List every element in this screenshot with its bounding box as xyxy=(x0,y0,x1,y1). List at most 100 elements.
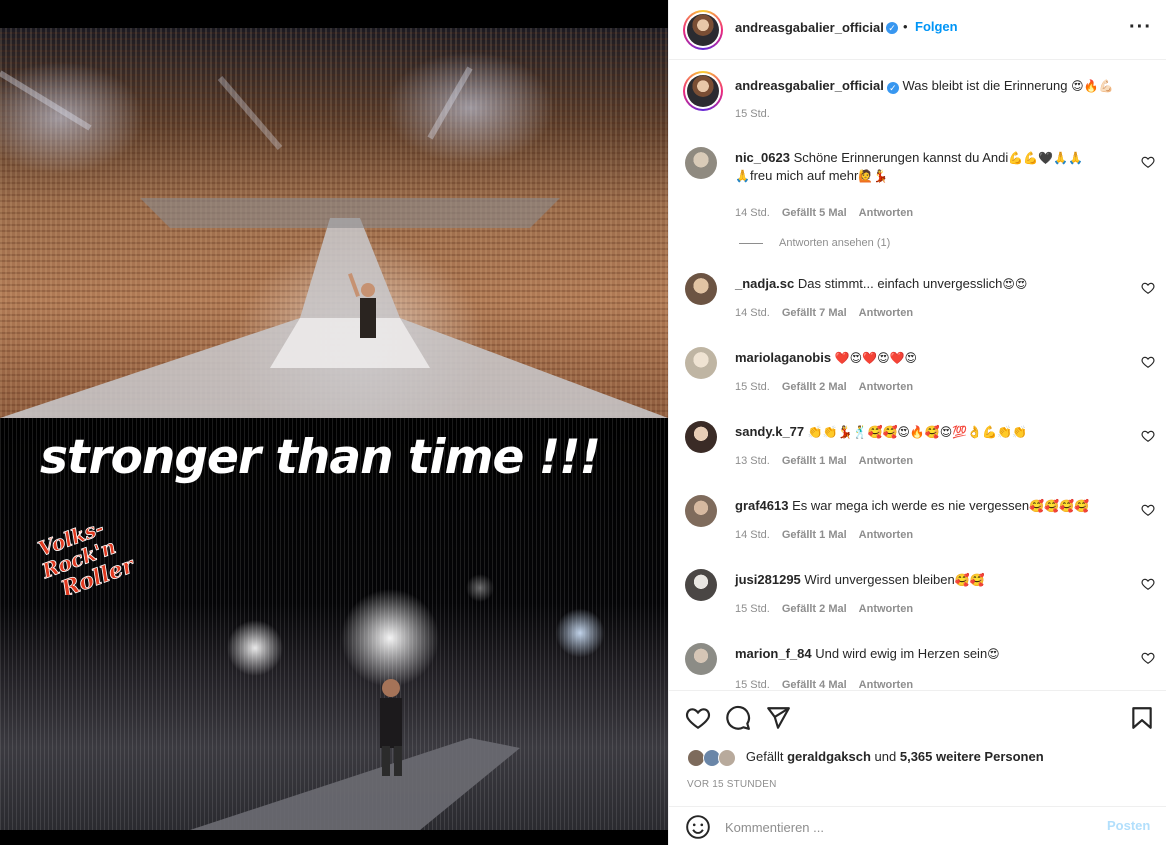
comment-time[interactable]: 14 Std. xyxy=(735,529,770,541)
comment-emoji: 🥰🥰 xyxy=(954,573,985,587)
post-timestamp[interactable]: VOR 15 STUNDEN xyxy=(687,779,777,790)
comment-text: marion_f_84 Und wird ewig im Herzen sein… xyxy=(735,645,1135,663)
post-headline-text: stronger than time !!! xyxy=(40,430,601,485)
comment-like-icon[interactable] xyxy=(1141,429,1155,443)
comment-text: jusi281295 Wird unvergessen bleiben🥰🥰 xyxy=(735,571,1135,589)
comment-likes[interactable]: Gefällt 1 Mal xyxy=(782,529,847,541)
comment-text: graf4613 Es war mega ich werde es nie ve… xyxy=(735,497,1135,515)
comment-emoji: 😍 xyxy=(987,647,1000,661)
comment-time[interactable]: 14 Std. xyxy=(735,207,770,219)
heart-icon[interactable] xyxy=(685,705,711,731)
comment-input[interactable] xyxy=(725,817,1085,837)
comment-time[interactable]: 15 Std. xyxy=(735,381,770,393)
comment-username[interactable]: marion_f_84 xyxy=(735,646,812,661)
comment-meta: 15 Std. Gefällt 2 Mal Antworten xyxy=(735,381,925,393)
separator-dot: • xyxy=(903,19,908,34)
bookmark-icon[interactable] xyxy=(1129,705,1155,731)
comment-time[interactable]: 15 Std. xyxy=(735,679,770,689)
comment-like-icon[interactable] xyxy=(1141,355,1155,369)
caption-text: andreasgabalier_official ✓ Was bleibt ist… xyxy=(735,77,1155,95)
post-sidebar: andreasgabalier_official ✓ • Folgen ··· … xyxy=(668,0,1166,845)
author-avatar[interactable] xyxy=(683,10,723,50)
comment-like-icon[interactable] xyxy=(1141,503,1155,517)
comment-body: Das stimmt... einfach unvergesslich xyxy=(797,276,1003,291)
caption-username[interactable]: andreasgabalier_official xyxy=(735,78,884,93)
comment-likes[interactable]: Gefällt 1 Mal xyxy=(782,455,847,467)
post-view: stronger than time !!! Volks- Rock'n Rol… xyxy=(0,0,1166,845)
comment-likes[interactable]: Gefällt 4 Mal xyxy=(782,679,847,689)
author-username[interactable]: andreasgabalier_official xyxy=(735,20,884,35)
likes-others-link[interactable]: 5,365 weitere Personen xyxy=(900,749,1044,764)
verified-badge-icon: ✓ xyxy=(886,22,898,34)
post-caption: andreasgabalier_official ✓ Was bleibt ist… xyxy=(669,61,1166,141)
comment-like-icon[interactable] xyxy=(1141,577,1155,591)
reply-button[interactable]: Antworten xyxy=(859,603,913,615)
commenter-avatar[interactable] xyxy=(685,421,717,453)
comment-text: mariolaganobis ❤️😍❤️😍❤️😍 xyxy=(735,349,1135,367)
comment-like-icon[interactable] xyxy=(1141,651,1155,665)
paper-plane-icon[interactable] xyxy=(765,705,791,731)
comment-item: jusi281295 Wird unvergessen bleiben🥰🥰 15… xyxy=(669,569,1166,639)
comment-emoji: 🥰🥰🥰🥰 xyxy=(1029,499,1089,513)
likes-middle: und xyxy=(874,749,897,765)
view-replies-link[interactable]: Antworten ansehen (1) xyxy=(739,237,890,249)
comment-meta: 15 Std. Gefällt 2 Mal Antworten xyxy=(735,603,925,615)
post-actions: Gefällt geraldgaksch und 5,365 weitere P… xyxy=(669,690,1166,805)
comment-username[interactable]: graf4613 xyxy=(735,498,788,513)
comment-composer: Posten xyxy=(669,806,1166,845)
comment-username[interactable]: sandy.k_77 xyxy=(735,424,804,439)
comment-time[interactable]: 14 Std. xyxy=(735,307,770,319)
emoji-icon[interactable] xyxy=(685,814,711,840)
comment-likes[interactable]: Gefällt 2 Mal xyxy=(782,603,847,615)
comment-likes[interactable]: Gefällt 5 Mal xyxy=(782,207,847,219)
comment-emoji: 💪💪🖤🙏🙏 xyxy=(1008,151,1083,165)
comment-likes[interactable]: Gefällt 7 Mal xyxy=(782,307,847,319)
view-replies-label: Antworten ansehen (1) xyxy=(779,237,891,249)
comment-body: Wird unvergessen bleiben xyxy=(804,572,955,587)
comment-username[interactable]: nic_0623 xyxy=(735,150,790,165)
comment-item: _nadja.sc Das stimmt... einfach unverges… xyxy=(669,273,1166,343)
comment-body: Und wird ewig im Herzen sein xyxy=(815,646,988,661)
follow-button[interactable]: Folgen xyxy=(915,19,958,34)
comment-time[interactable]: 15 Std. xyxy=(735,603,770,615)
reply-button[interactable]: Antworten xyxy=(859,307,913,319)
reply-button[interactable]: Antworten xyxy=(859,455,913,467)
commenter-avatar[interactable] xyxy=(685,147,717,179)
comments-list[interactable]: andreasgabalier_official ✓ Was bleibt ist… xyxy=(669,61,1166,689)
caption-time[interactable]: 15 Std. xyxy=(735,108,770,120)
post-comment-button[interactable]: Posten xyxy=(1107,818,1150,833)
comment-text: sandy.k_77 👏👏💃🕺🥰🥰😍🔥🥰😍💯👌💪👏👏 xyxy=(735,423,1135,441)
comment-body: freu mich auf mehr xyxy=(749,168,859,183)
comment-item: mariolaganobis ❤️😍❤️😍❤️😍 15 Std. Gefällt … xyxy=(669,347,1166,417)
reply-button[interactable]: Antworten xyxy=(859,529,913,541)
commenter-avatar[interactable] xyxy=(685,273,717,305)
comment-icon[interactable] xyxy=(725,705,751,731)
comment-time[interactable]: 13 Std. xyxy=(735,455,770,467)
comment-item: sandy.k_77 👏👏💃🕺🥰🥰😍🔥🥰😍💯👌💪👏👏 13 Std. Gefäll… xyxy=(669,421,1166,491)
reply-button[interactable]: Antworten xyxy=(859,381,913,393)
reply-button[interactable]: Antworten xyxy=(859,679,913,689)
comment-like-icon[interactable] xyxy=(1141,155,1155,169)
liker-avatar xyxy=(718,749,737,767)
comment-likes[interactable]: Gefällt 2 Mal xyxy=(782,381,847,393)
caption-avatar[interactable] xyxy=(683,71,723,111)
post-header: andreasgabalier_official ✓ • Folgen ··· xyxy=(669,0,1166,60)
reply-button[interactable]: Antworten xyxy=(859,207,913,219)
comment-like-icon[interactable] xyxy=(1141,281,1155,295)
liker-username[interactable]: geraldgaksch xyxy=(787,749,871,764)
comment-text: _nadja.sc Das stimmt... einfach unverges… xyxy=(735,275,1135,293)
commenter-avatar[interactable] xyxy=(685,643,717,675)
verified-badge-icon: ✓ xyxy=(886,82,899,94)
more-options-icon[interactable]: ··· xyxy=(1129,16,1152,39)
commenter-avatar[interactable] xyxy=(685,495,717,527)
post-media[interactable]: stronger than time !!! Volks- Rock'n Rol… xyxy=(0,0,668,845)
commenter-avatar[interactable] xyxy=(685,347,717,379)
comment-username[interactable]: mariolaganobis xyxy=(735,350,831,365)
commenter-avatar[interactable] xyxy=(685,569,717,601)
stage-graphic xyxy=(0,66,668,418)
comment-meta: 13 Std. Gefällt 1 Mal Antworten xyxy=(735,455,925,467)
comment-username[interactable]: jusi281295 xyxy=(735,572,801,587)
comment-meta: 14 Std. Gefällt 5 Mal Antworten xyxy=(735,207,925,219)
comment-username[interactable]: _nadja.sc xyxy=(735,276,794,291)
likes-summary: Gefällt geraldgaksch und 5,365 weitere P… xyxy=(687,749,1044,767)
